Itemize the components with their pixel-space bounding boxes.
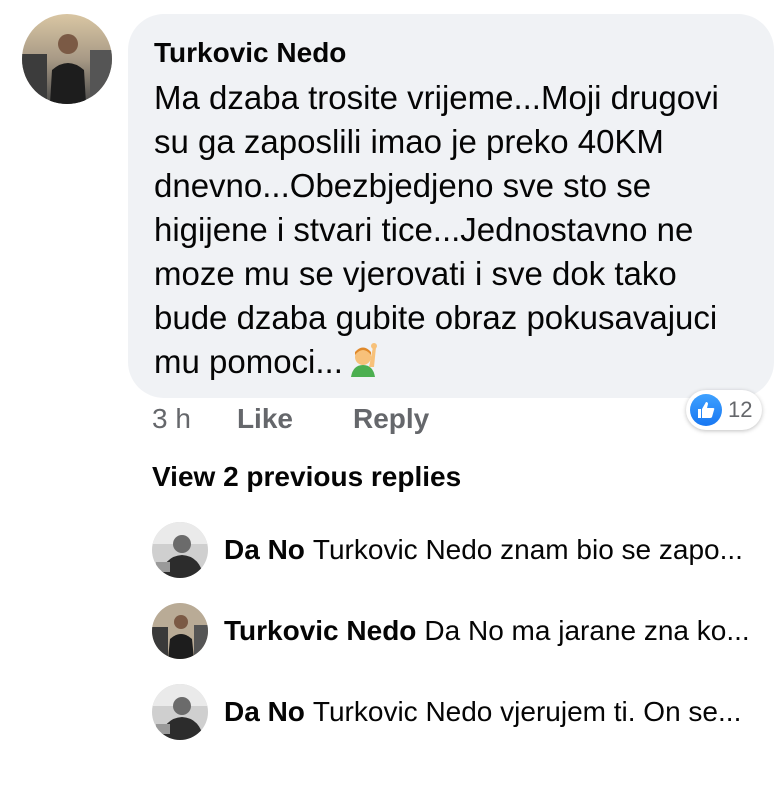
- avatar[interactable]: [152, 684, 208, 740]
- raising-hand-emoji: [345, 341, 381, 388]
- like-button[interactable]: Like: [237, 403, 293, 435]
- comment-text-wrapper: Ma dzaba trosite vrijeme...Moji drugovi …: [154, 76, 754, 388]
- reply-author[interactable]: Da No: [224, 534, 305, 565]
- comment-text: Ma dzaba trosite vrijeme...Moji drugovi …: [154, 79, 719, 380]
- comment-bubble: Turkovic Nedo Ma dzaba trosite vrijeme..…: [128, 14, 774, 398]
- reply-text-line: Turkovic Nedo Da No ma jarane zna ko...: [224, 615, 764, 647]
- avatar[interactable]: [152, 603, 208, 659]
- reply-text: Turkovic Nedo vjerujem ti. On se...: [312, 696, 742, 727]
- reply-text-line: Da No Turkovic Nedo znam bio se zapo...: [224, 534, 764, 566]
- reply-item[interactable]: Da No Turkovic Nedo znam bio se zapo...: [152, 522, 772, 578]
- reply-item[interactable]: Da No Turkovic Nedo vjerujem ti. On se...: [152, 684, 772, 740]
- reply-text: Da No ma jarane zna ko...: [424, 615, 750, 646]
- reply-text-line: Da No Turkovic Nedo vjerujem ti. On se...: [224, 696, 764, 728]
- comment-actions: 3 h Like Reply: [152, 403, 489, 435]
- thumbs-up-icon: [690, 394, 722, 426]
- comment-author[interactable]: Turkovic Nedo: [154, 36, 754, 70]
- reply-author[interactable]: Turkovic Nedo: [224, 615, 416, 646]
- avatar[interactable]: [22, 14, 112, 104]
- reply-button[interactable]: Reply: [353, 403, 429, 435]
- reply-item[interactable]: Turkovic Nedo Da No ma jarane zna ko...: [152, 603, 772, 659]
- timestamp[interactable]: 3 h: [152, 403, 191, 435]
- reply-author[interactable]: Da No: [224, 696, 305, 727]
- view-previous-replies-link[interactable]: View 2 previous replies: [152, 461, 461, 493]
- reactions-summary[interactable]: 12: [686, 390, 763, 430]
- reply-text: Turkovic Nedo znam bio se zapo...: [312, 534, 743, 565]
- avatar[interactable]: [152, 522, 208, 578]
- reaction-count: 12: [728, 397, 753, 422]
